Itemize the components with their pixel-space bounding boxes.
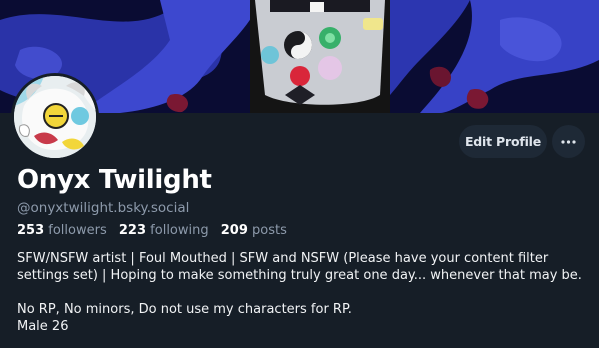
profile-handle: @onyxtwilight.bsky.social [17, 200, 190, 216]
bio-line: Male 26 [17, 319, 69, 334]
followers-label: followers [48, 223, 107, 238]
avatar-image [14, 76, 96, 158]
profile-bio: SFW/NSFW artist | Foul Mouthed | SFW and… [17, 250, 592, 335]
bio-line: settings set) | Hoping to make something… [17, 268, 582, 283]
avatar[interactable] [11, 73, 99, 161]
posts-count: 209 [220, 223, 248, 238]
edit-profile-button[interactable]: Edit Profile [459, 125, 547, 158]
following-label: following [150, 223, 209, 238]
posts-stat: 209 posts [221, 223, 287, 238]
display-name: Onyx Twilight [17, 165, 212, 195]
profile-stats: 253 followers 223 following 209 posts [17, 223, 295, 238]
ellipsis-icon [561, 140, 576, 144]
bio-line: No RP, No minors, Do not use my characte… [17, 302, 352, 317]
following-link[interactable]: 223 following [119, 223, 209, 238]
followers-count: 253 [17, 223, 45, 238]
bio-spacer [17, 284, 592, 301]
following-count: 223 [118, 223, 147, 238]
followers-link[interactable]: 253 followers [17, 223, 107, 238]
bio-line: SFW/NSFW artist | Foul Mouthed | SFW and… [17, 251, 549, 266]
posts-label: posts [252, 223, 287, 238]
more-options-button[interactable] [552, 125, 585, 158]
